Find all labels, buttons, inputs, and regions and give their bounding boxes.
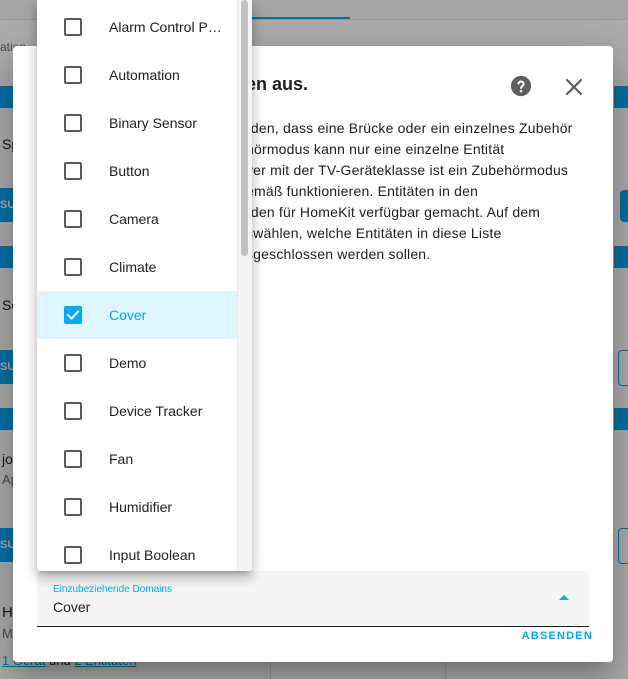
menu-item-camera[interactable]: Camera [37, 195, 237, 243]
menu-scrollbar-thumb[interactable] [241, 0, 248, 256]
menu-item-cover[interactable]: Cover [37, 291, 237, 339]
help-circle-icon[interactable] [510, 75, 532, 97]
menu-item-humidifier[interactable]: Humidifier [37, 483, 237, 531]
checkbox[interactable] [64, 402, 82, 420]
checkbox[interactable] [64, 162, 82, 180]
menu-item-label: Button [109, 163, 150, 179]
menu-item-label: Demo [109, 355, 147, 371]
checkbox[interactable] [64, 114, 82, 132]
menu-item-binary-sensor[interactable]: Binary Sensor [37, 99, 237, 147]
domains-dropdown-menu[interactable]: Alarm Control P… Automation Binary Senso… [37, 0, 252, 571]
checkbox[interactable] [64, 18, 82, 36]
menu-item-input-boolean[interactable]: Input Boolean [37, 531, 237, 571]
checkbox[interactable] [64, 546, 82, 564]
menu-item-label: Device Tracker [109, 403, 203, 419]
menu-item-label: Fan [109, 451, 134, 467]
triangle-up-icon [559, 595, 569, 600]
menu-item-label: Alarm Control P… [109, 19, 222, 35]
menu-item-label: Humidifier [109, 499, 173, 515]
checkbox-checked[interactable] [64, 306, 82, 324]
checkbox[interactable] [64, 66, 82, 84]
submit-button[interactable]: ABSENDEN [513, 630, 593, 646]
check-icon [66, 310, 80, 321]
close-icon[interactable] [562, 75, 586, 99]
menu-item-label: Binary Sensor [109, 115, 197, 131]
menu-item-automation[interactable]: Automation [37, 51, 237, 99]
checkbox[interactable] [64, 450, 82, 468]
menu-item-label: Automation [109, 67, 180, 83]
menu-item-demo[interactable]: Demo [37, 339, 237, 387]
domains-select-label: Einzubeziehende Domains [53, 584, 172, 595]
menu-item-alarm-control-panel[interactable]: Alarm Control P… [37, 3, 237, 51]
checkbox[interactable] [64, 354, 82, 372]
menu-item-label: Climate [109, 259, 157, 275]
menu-item-device-tracker[interactable]: Device Tracker [37, 387, 237, 435]
checkbox[interactable] [64, 258, 82, 276]
checkbox[interactable] [64, 210, 82, 228]
menu-item-button[interactable]: Button [37, 147, 237, 195]
domains-select-value: Cover [53, 599, 91, 615]
menu-item-label: Cover [109, 307, 147, 323]
menu-item-fan[interactable]: Fan [37, 435, 237, 483]
checkbox[interactable] [64, 498, 82, 516]
menu-item-label: Input Boolean [109, 547, 196, 563]
domains-select[interactable]: Einzubeziehende Domains Cover [37, 571, 589, 627]
menu-item-climate[interactable]: Climate [37, 243, 237, 291]
menu-item-label: Camera [109, 211, 159, 227]
